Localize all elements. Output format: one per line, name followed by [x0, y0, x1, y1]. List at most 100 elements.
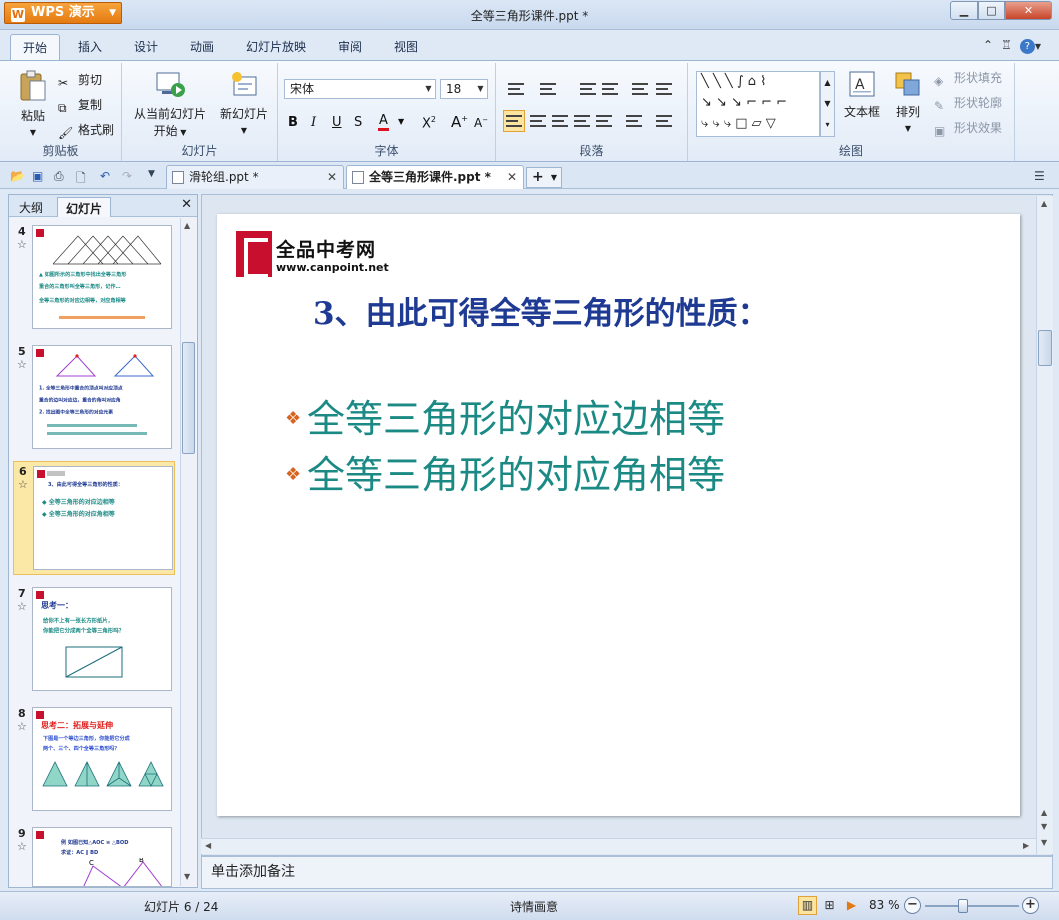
align-right-icon[interactable] [552, 115, 568, 127]
skin-icon[interactable]: ♖ [1001, 38, 1020, 52]
italic-button[interactable]: I [311, 115, 316, 130]
tab-review[interactable]: 审阅 [338, 38, 362, 55]
slides-pane-scrollbar[interactable]: ▲ ▼ [180, 218, 196, 886]
arrange-button[interactable]: 排列 ▼ [888, 69, 928, 134]
slide-thumbnail[interactable]: 3、由此可得全等三角形的性质： ◆ 全等三角形的对应边相等 ◆ 全等三角形的对应… [33, 466, 173, 570]
slide-thumbnail[interactable]: ▲ 如图所示的三角形中找出全等三角形 重合的三角形叫全等三角形，记作… 全等三角… [32, 225, 172, 329]
slide-sorter-button[interactable]: ⊞ [820, 896, 839, 915]
gallery-scroll[interactable]: ▲ ▼ ▾ [820, 71, 835, 137]
paste-button[interactable]: 粘贴 ▼ [12, 69, 54, 138]
new-slide-button[interactable]: 新幻灯片 ▼ [216, 69, 272, 136]
vertical-scrollbar[interactable]: ▲ ▲ ▼ ▼ [1036, 196, 1053, 854]
print-icon[interactable]: ⎙ [54, 169, 64, 184]
tab-design[interactable]: 设计 [134, 38, 158, 55]
scroll-down-icon[interactable]: ▼ [184, 872, 190, 881]
underline-button[interactable]: U [332, 115, 342, 130]
numbering-icon[interactable] [540, 83, 556, 95]
align-center-icon[interactable] [530, 115, 546, 127]
align-text-icon[interactable] [656, 83, 672, 95]
zoom-in-button[interactable]: + [1022, 897, 1039, 914]
zoom-out-button[interactable]: − [904, 897, 921, 914]
decrease-indent-icon[interactable] [580, 83, 596, 95]
scroll-left-icon[interactable]: ◀ [205, 841, 211, 850]
shrink-font-button[interactable]: A− [474, 116, 488, 130]
slide-thumbnail[interactable]: 例 如图已知△AOC ≌ △BOD 求证：AC ∥ BD CB [32, 827, 172, 887]
tab-insert[interactable]: 插入 [78, 38, 102, 55]
copy-button[interactable]: ⧉ 复制 [58, 96, 102, 115]
slide-thumbnail-row-selected[interactable]: 6 ☆ 3、由此可得全等三角形的性质： ◆ 全等三角形的对应边相等 ◆ 全等三角… [13, 461, 175, 575]
chevron-down-icon[interactable]: ▼ [398, 117, 404, 126]
grow-font-button[interactable]: A+ [451, 113, 468, 131]
close-button[interactable]: ✕ [1005, 1, 1052, 20]
undo-icon[interactable]: ↶ [100, 169, 110, 183]
slide-thumbnail-row[interactable]: 8 ☆ 思考二：拓展与延伸 下图是一个等边三角形，你能把它分成 两个、三个、四个… [13, 707, 175, 815]
slide-title[interactable]: 3、由此可得全等三角形的性质： [313, 288, 769, 333]
doc-tab-2[interactable]: 全等三角形课件.ppt * ✕ [346, 165, 524, 189]
distribute-icon[interactable] [596, 115, 612, 127]
slide-thumbnail[interactable]: 思考一： 给你不上有一张长方形纸片， 你能把它分成两个全等三角形吗？ [32, 587, 172, 691]
format-painter-button[interactable]: 🖌 格式刷 [58, 121, 114, 140]
shape-effects-button[interactable]: ▣ 形状效果 [934, 119, 1002, 138]
font-color-button[interactable]: A [378, 113, 389, 131]
print-preview-icon[interactable]: 🗋 [76, 169, 86, 190]
previous-slide-icon[interactable]: ▲ [1041, 808, 1047, 817]
line-spacing-icon[interactable] [626, 115, 642, 127]
slide-thumbnail[interactable]: 1. 全等三角形中重合的顶点叫对应顶点 重合的边叫对应边，重合的角叫对应角 2.… [32, 345, 172, 449]
next-slide-icon[interactable]: ▼ [1041, 822, 1047, 831]
scroll-down-icon[interactable]: ▼ [1041, 838, 1047, 847]
maximize-button[interactable]: □ [978, 1, 1005, 20]
basic-shape-icon[interactable]: ⤷ ⤷ ⤷ □ ▱ ▽ [701, 116, 776, 131]
open-icon[interactable]: 📂 [10, 169, 25, 183]
tab-home[interactable]: 开始 [10, 34, 61, 61]
scroll-right-icon[interactable]: ▶ [1023, 841, 1029, 850]
help-dropdown-icon[interactable]: ▼ [1035, 42, 1049, 51]
slide-thumbnail-row[interactable]: 9 ☆ 例 如图已知△AOC ≌ △BOD 求证：AC ∥ BD CB [13, 827, 175, 887]
tab-animation[interactable]: 动画 [190, 38, 214, 55]
slide-thumbnail-row[interactable]: 5 ☆ 1. 全等三角形中重合的顶点叫对应顶点 重合的边叫对应边，重合的角叫对应… [13, 345, 175, 453]
save-icon[interactable]: ▣ [32, 169, 43, 183]
shape-fill-button[interactable]: ◈ 形状填充 [934, 69, 1002, 88]
help-icon[interactable]: ? [1019, 39, 1035, 54]
justify-icon[interactable] [574, 115, 590, 127]
normal-view-button[interactable]: ▥ [798, 896, 817, 915]
close-tab-icon[interactable]: ✕ [327, 166, 337, 188]
align-left-icon[interactable] [506, 115, 522, 127]
superscript-button[interactable]: X2 [422, 115, 436, 131]
shapes-gallery[interactable]: ╲ ╲ ╲ ∫ ⌂ ⌇ ↘ ↘ ↘ ⌐ ⌐ ⌐ ⤷ ⤷ ⤷ □ ▱ ▽ [696, 71, 820, 137]
increase-indent-icon[interactable] [602, 83, 618, 95]
zoom-slider[interactable] [925, 905, 1019, 907]
cut-button[interactable]: ✂ 剪切 [58, 71, 102, 90]
customize-toolbar-icon[interactable]: ▼ [148, 169, 155, 179]
bullet-item[interactable]: ❖ 全等三角形的对应边相等 [285, 388, 725, 443]
doc-tab-1[interactable]: 滑轮组.ppt * ✕ [166, 165, 344, 189]
textbox-button[interactable]: A 文本框 [840, 69, 884, 120]
scrollbar-thumb[interactable] [1038, 330, 1052, 366]
redo-icon[interactable]: ↷ [122, 169, 132, 183]
close-tab-icon[interactable]: ✕ [507, 166, 517, 188]
scrollbar-thumb[interactable] [182, 342, 195, 454]
arrow-shape-icon[interactable]: ↘ ↘ ↘ ⌐ ⌐ ⌐ [701, 95, 787, 110]
tab-slideshow[interactable]: 幻灯片放映 [246, 38, 306, 55]
zoom-slider-handle[interactable] [958, 899, 968, 913]
font-name-select[interactable]: 宋体 ▼ [284, 79, 436, 99]
bullet-item[interactable]: ❖ 全等三角形的对应角相等 [285, 444, 725, 499]
tab-view[interactable]: 视图 [394, 38, 418, 55]
line-shape-icon[interactable]: ╲ ╲ ╲ ∫ ⌂ ⌇ [701, 74, 767, 89]
scroll-up-icon[interactable]: ▲ [1041, 199, 1047, 208]
notes-field[interactable]: 单击添加备注 [201, 856, 1053, 889]
scroll-up-icon[interactable]: ▲ [184, 221, 190, 230]
tab-outline[interactable]: 大纲 [11, 197, 51, 217]
horizontal-scrollbar[interactable]: ◀ ▶ [201, 838, 1036, 854]
tab-slides[interactable]: 幻灯片 [57, 197, 112, 217]
bold-button[interactable]: B [288, 115, 298, 130]
font-size-select[interactable]: 18 ▼ [440, 79, 488, 99]
text-direction-icon[interactable] [632, 83, 648, 95]
paragraph-settings-icon[interactable] [656, 115, 672, 127]
slide-thumbnail-row[interactable]: 4 ☆ ▲ 如图所示的三角形中找出全等三角形 重合的三角形叫全等三角形，记作… … [13, 225, 175, 333]
tab-list-icon[interactable]: ☰ [1034, 169, 1045, 183]
collapse-ribbon-icon[interactable]: ⌃ [983, 38, 1001, 52]
new-tab-button[interactable]: + ▼ [526, 167, 562, 188]
strikethrough-button[interactable]: S [354, 115, 362, 130]
shape-outline-button[interactable]: ✎ 形状轮廓 [934, 94, 1002, 113]
slide-thumbnail-row[interactable]: 7 ☆ 思考一： 给你不上有一张长方形纸片， 你能把它分成两个全等三角形吗？ [13, 587, 175, 695]
